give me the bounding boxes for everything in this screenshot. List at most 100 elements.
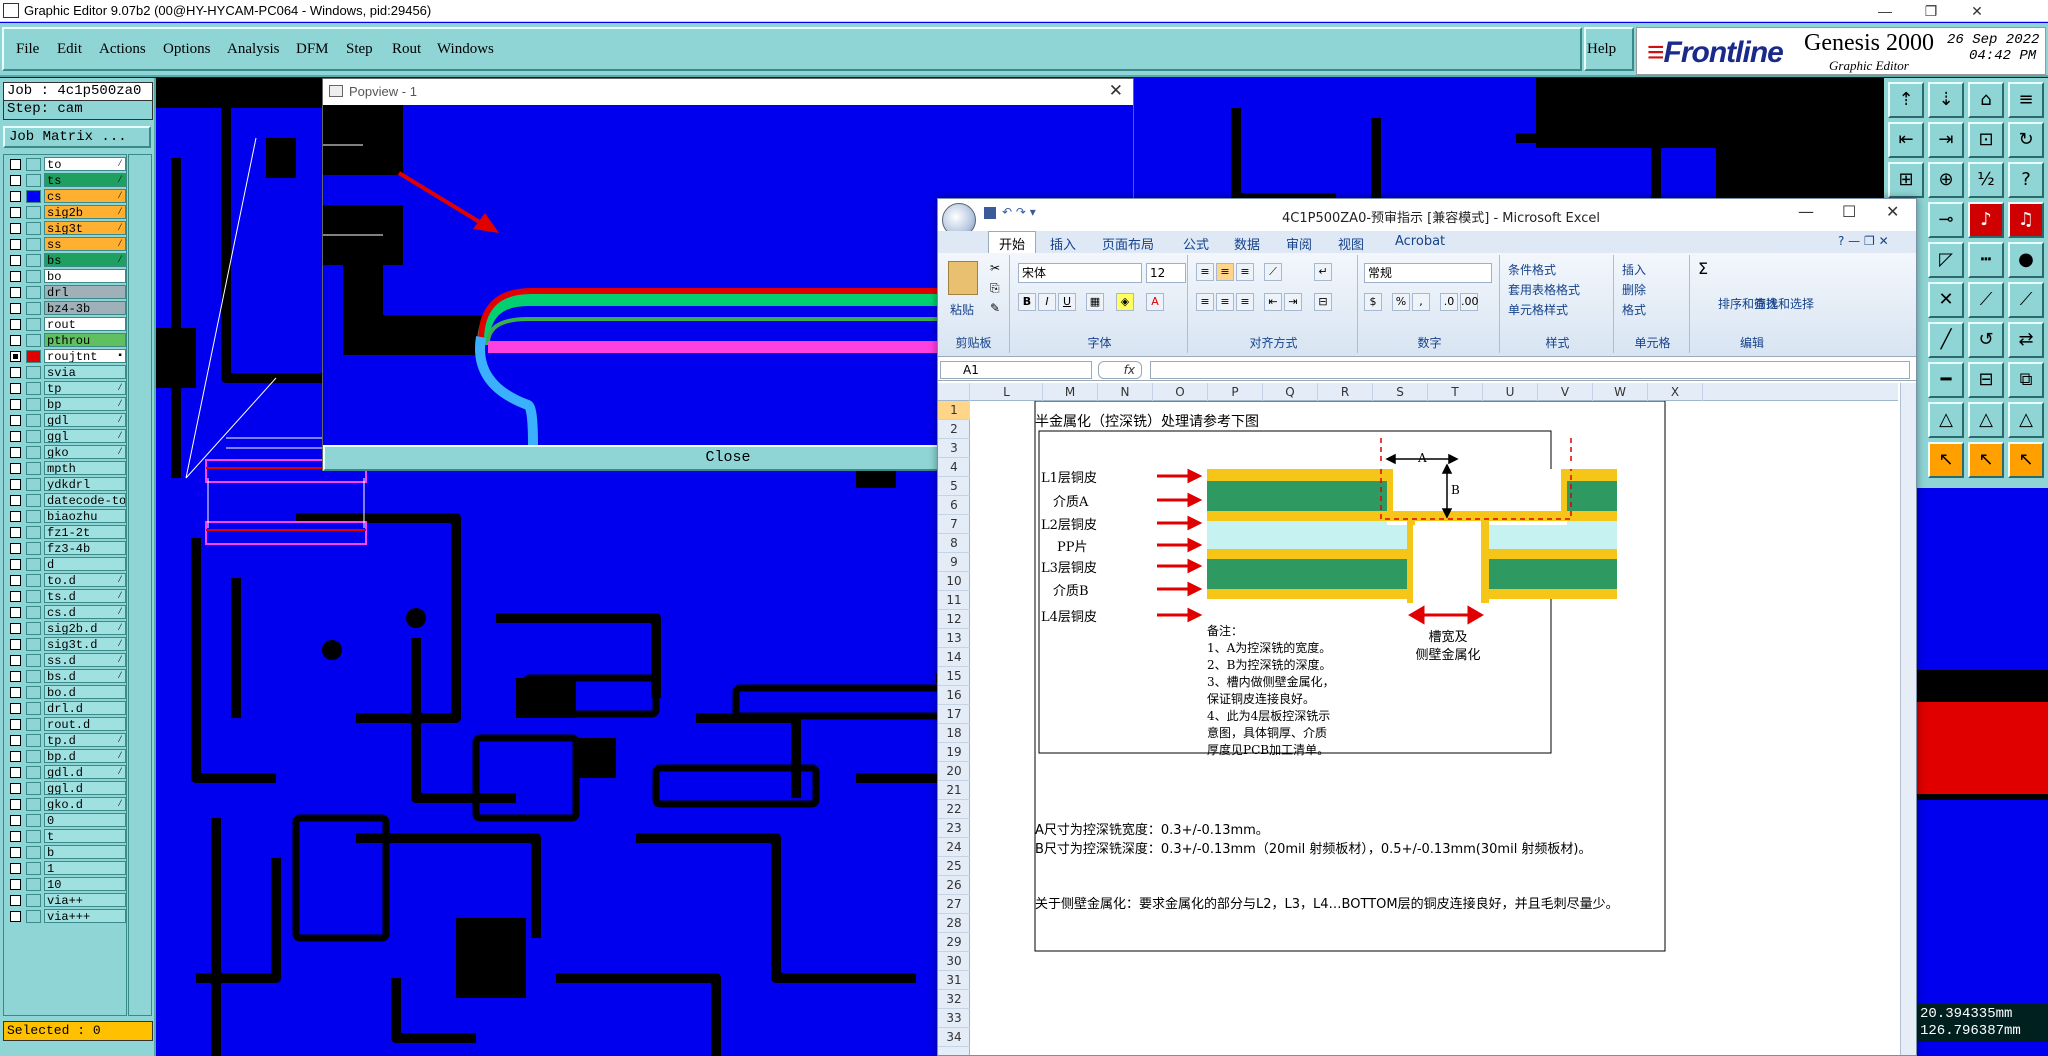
layer-checkbox[interactable] <box>10 687 21 698</box>
tool-hline-icon[interactable]: ━ <box>1928 362 1964 398</box>
layer-name[interactable]: fz1-2t <box>44 525 126 539</box>
tool-pointer2-icon[interactable]: ↖ <box>1968 442 2004 478</box>
tab-home[interactable]: 开始 <box>988 231 1037 253</box>
layer-name[interactable]: bs ⁄ <box>44 253 126 267</box>
menu-file[interactable]: File <box>16 41 39 58</box>
layer-checkbox[interactable] <box>10 447 21 458</box>
layer-scrollbar[interactable] <box>128 154 152 1016</box>
font-size-select[interactable]: 12 <box>1146 263 1186 283</box>
layer-row[interactable]: biaozhu <box>6 509 126 523</box>
layer-name[interactable]: gko.d ⁄ <box>44 797 126 811</box>
layer-color-swatch[interactable] <box>26 702 41 715</box>
row-header[interactable]: 16 <box>938 686 970 705</box>
menu-analysis[interactable]: Analysis <box>227 41 280 58</box>
layer-row[interactable]: 10 <box>6 877 126 891</box>
row-header[interactable]: 17 <box>938 705 970 724</box>
tool-pointer-icon[interactable]: ↖ <box>1928 442 1964 478</box>
find-select-button[interactable]: 查找和选择 <box>1754 295 1814 312</box>
italic-icon[interactable]: I <box>1038 293 1056 311</box>
tool-nodes-icon[interactable]: ⟋ <box>1968 282 2004 318</box>
layer-color-swatch[interactable] <box>26 366 41 379</box>
layer-name[interactable]: ydkdrl <box>44 477 126 491</box>
conditional-format-button[interactable]: 条件格式 <box>1508 261 1556 278</box>
layer-color-swatch[interactable] <box>26 542 41 555</box>
layer-name[interactable]: datecode-to <box>44 493 126 507</box>
font-color-icon[interactable]: A <box>1146 293 1164 311</box>
layer-row[interactable]: datecode-to <box>6 493 126 507</box>
layer-row[interactable]: sig2b ⁄ <box>6 205 126 219</box>
row-header[interactable]: 14 <box>938 648 970 667</box>
layer-checkbox[interactable] <box>10 335 21 346</box>
layer-color-swatch[interactable] <box>26 334 41 347</box>
layer-row[interactable]: sig3t ⁄ <box>6 221 126 235</box>
menu-help[interactable]: Help <box>1587 41 1616 58</box>
tool-window-icon[interactable]: ⊡ <box>1968 122 2004 158</box>
column-header[interactable]: O <box>1153 383 1208 401</box>
row-header[interactable]: 15 <box>938 667 970 686</box>
align-left-icon[interactable]: ≡ <box>1196 293 1214 311</box>
layer-name[interactable]: pthrou <box>44 333 126 347</box>
tool-cross-icon[interactable]: ✕ <box>1928 282 1964 318</box>
layer-checkbox[interactable] <box>10 703 21 714</box>
tool-align-icon[interactable]: ⊟ <box>1968 362 2004 398</box>
layer-row[interactable]: 1 <box>6 861 126 875</box>
layer-color-swatch[interactable] <box>26 382 41 395</box>
tool-scale-icon[interactable]: ½ <box>1968 162 2004 198</box>
menu-dfm[interactable]: DFM <box>296 41 329 58</box>
layer-name[interactable]: bz4-3b <box>44 301 126 315</box>
format-painter-icon[interactable]: ✎ <box>990 301 1000 315</box>
layer-color-swatch[interactable] <box>26 478 41 491</box>
row-header[interactable]: 28 <box>938 914 970 933</box>
column-header[interactable]: X <box>1648 383 1703 401</box>
layer-checkbox[interactable] <box>10 479 21 490</box>
row-header[interactable]: 29 <box>938 933 970 952</box>
tool-layers-icon[interactable]: ≡ <box>2008 82 2044 118</box>
align-bottom-icon[interactable]: ≡ <box>1236 263 1254 281</box>
row-header[interactable]: 26 <box>938 876 970 895</box>
row-header[interactable]: 4 <box>938 458 970 477</box>
layer-color-swatch[interactable] <box>26 830 41 843</box>
layer-row[interactable]: drl.d <box>6 701 126 715</box>
autosum-icon[interactable]: Σ <box>1698 259 1708 278</box>
layer-row[interactable]: bz4-3b <box>6 301 126 315</box>
cut-icon[interactable]: ✂ <box>990 261 1000 275</box>
layer-name[interactable]: rout.d <box>44 717 126 731</box>
layer-color-swatch[interactable] <box>26 862 41 875</box>
row-header[interactable]: 13 <box>938 629 970 648</box>
layer-row[interactable]: cs ⁄ <box>6 189 126 203</box>
layer-color-swatch[interactable] <box>26 398 41 411</box>
layer-checkbox[interactable] <box>10 895 21 906</box>
number-format-select[interactable]: 常规 <box>1364 263 1492 283</box>
row-header[interactable]: 18 <box>938 724 970 743</box>
layer-row[interactable]: ggl ⁄ <box>6 429 126 443</box>
layer-name[interactable]: svia <box>44 365 126 379</box>
layer-color-swatch[interactable] <box>26 670 41 683</box>
name-box[interactable]: A1 <box>940 361 1092 379</box>
layer-name[interactable]: cs.d ⁄ <box>44 605 126 619</box>
layer-row[interactable]: bo.d <box>6 685 126 699</box>
row-header[interactable]: 5 <box>938 477 970 496</box>
layer-color-swatch[interactable] <box>26 174 41 187</box>
layer-name[interactable]: sig2b ⁄ <box>44 205 126 219</box>
tool-zoom-icon[interactable]: ⊕ <box>1928 162 1964 198</box>
row-header[interactable]: 27 <box>938 895 970 914</box>
layer-color-swatch[interactable] <box>26 286 41 299</box>
layer-name[interactable]: rout <box>44 317 126 331</box>
column-header[interactable]: L <box>971 383 1043 401</box>
menu-rout[interactable]: Rout <box>392 41 421 58</box>
layer-row[interactable]: rout.d <box>6 717 126 731</box>
excel-close-icon[interactable]: ✕ <box>1886 202 1899 221</box>
column-header[interactable]: N <box>1098 383 1153 401</box>
row-header[interactable]: 19 <box>938 743 970 762</box>
layer-name[interactable]: gdl.d ⁄ <box>44 765 126 779</box>
layer-checkbox[interactable] <box>10 751 21 762</box>
layer-name[interactable]: via+++ <box>44 909 126 923</box>
menu-options[interactable]: Options <box>163 41 211 58</box>
layer-name[interactable]: to ⁄ <box>44 157 126 171</box>
tool-flip-icon[interactable]: ⇄ <box>2008 322 2044 358</box>
row-header[interactable]: 9 <box>938 553 970 572</box>
layer-checkbox[interactable] <box>10 591 21 602</box>
paste-icon[interactable] <box>948 261 978 295</box>
tool-line-icon[interactable]: ╱ <box>1928 322 1964 358</box>
tool-group-icon[interactable]: ⧉ <box>2008 362 2044 398</box>
